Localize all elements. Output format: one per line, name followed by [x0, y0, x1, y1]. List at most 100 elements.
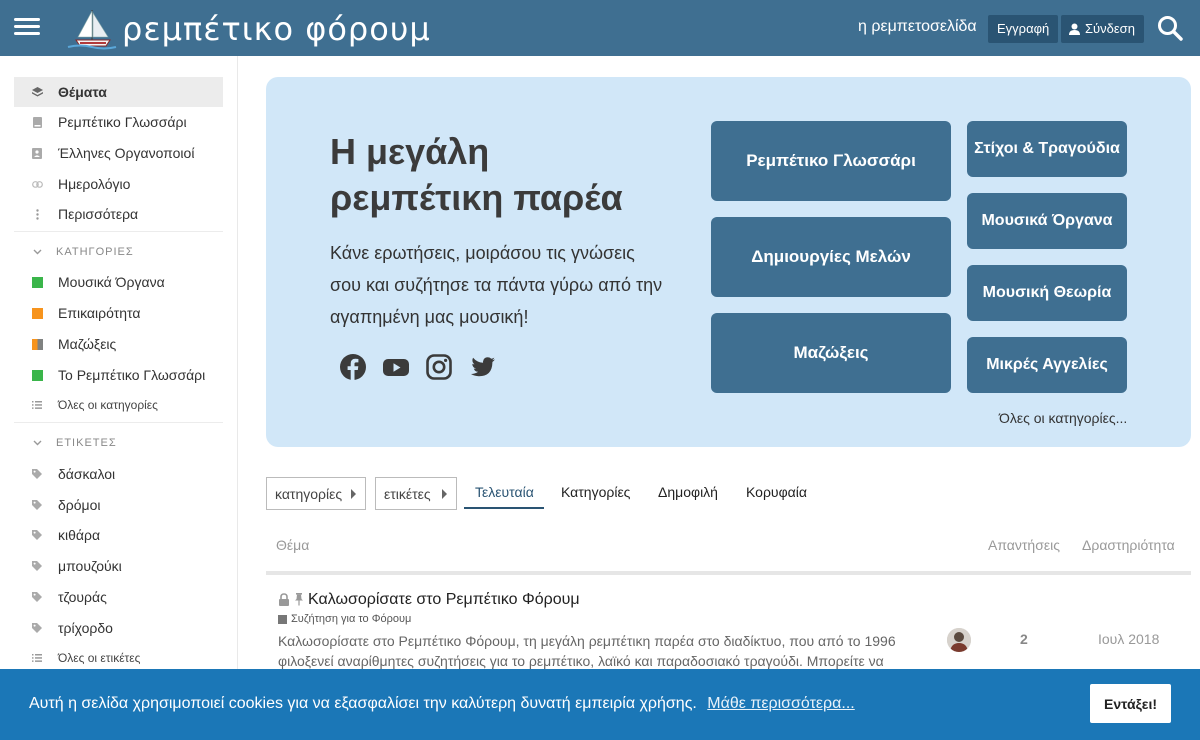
user-icon — [1069, 23, 1080, 35]
youtube-icon[interactable] — [382, 353, 410, 381]
topic-title-link[interactable]: Καλωσορίσατε στο Ρεμπέτικο Φόρουμ — [308, 591, 580, 609]
table-header-divider — [266, 571, 1191, 575]
sidebar-item-label: Ημερολόγιο — [58, 176, 131, 192]
sidebar-item-label: Το Ρεμπέτικο Γλωσσάρι — [58, 367, 206, 383]
tab-categories[interactable]: Κατηγορίες — [561, 484, 630, 500]
banner-tile-lyrics-songs[interactable]: Στίχοι & Τραγούδια — [967, 121, 1127, 177]
sidebar-item-label: τρίχορδο — [58, 620, 113, 636]
sidebar-item-more[interactable]: Περισσότερα — [14, 199, 223, 229]
categories-dropdown[interactable]: κατηγορίες — [266, 477, 366, 510]
sidebar-divider — [14, 231, 223, 232]
sidebar-all-categories[interactable]: Όλες οι κατηγορίες — [14, 390, 223, 420]
book-icon — [30, 116, 44, 128]
avatar[interactable] — [947, 628, 971, 652]
sidebar-item-label: Περισσότερα — [58, 206, 139, 222]
hamburger-menu-icon[interactable] — [14, 14, 40, 40]
tag-icon — [30, 561, 44, 571]
tag-icon — [30, 469, 44, 479]
sidebar-tag[interactable]: μπουζούκι — [14, 551, 223, 581]
sidebar-category-news[interactable]: Επικαιρότητα — [14, 298, 223, 328]
ellipsis-vertical-icon — [30, 208, 44, 220]
tag-icon — [30, 500, 44, 510]
sidebar-item-calendar[interactable]: Ημερολόγιο — [14, 169, 223, 199]
active-tab-indicator — [464, 507, 544, 509]
topic-category-label: Συζήτηση για το Φόρουμ — [291, 613, 412, 625]
register-button[interactable]: Εγγραφή — [988, 15, 1059, 43]
caret-right-icon — [351, 489, 356, 499]
sidebar-category-glossary[interactable]: Το Ρεμπέτικο Γλωσσάρι — [14, 360, 223, 390]
sidebar-item-label: Θέματα — [58, 84, 107, 100]
tag-icon — [30, 592, 44, 602]
site-header: ρεμπέτικο φόρουμ η ρεμπετοσελίδα Εγγραφή… — [0, 0, 1200, 56]
banner-all-categories-link[interactable]: Όλες οι κατηγορίες... — [999, 410, 1127, 426]
home-page-link[interactable]: η ρεμπετοσελίδα — [858, 18, 977, 36]
tab-top[interactable]: Κορυφαία — [746, 484, 807, 500]
sidebar-item-label: Έλληνες Οργανοποιοί — [58, 145, 195, 161]
cookie-consent-bar: Αυτή η σελίδα χρησιμοποιεί cookies για ν… — [0, 669, 1200, 740]
tags-heading: ΕΤΙΚΕΤΕΣ — [56, 437, 117, 449]
address-book-icon — [30, 147, 44, 159]
search-icon[interactable] — [1157, 15, 1183, 41]
banner-tile-member-creations[interactable]: Δημιουργίες Μελών — [711, 217, 951, 297]
topic-last-activity[interactable]: Ιουλ 2018 — [1098, 631, 1159, 647]
category-color-swatch — [31, 369, 43, 381]
sidebar-item-topics[interactable]: Θέματα — [14, 77, 223, 107]
sidebar-tag[interactable]: δρόμοι — [14, 490, 223, 520]
chevron-down-icon — [30, 249, 44, 255]
categories-section-toggle[interactable]: ΚΑΤΗΓΟΡΙΕΣ — [14, 241, 223, 263]
category-color-swatch — [31, 338, 43, 350]
sidebar-tag[interactable]: κιθάρα — [14, 520, 223, 550]
twitter-icon[interactable] — [469, 353, 497, 381]
sidebar-item-label: Επικαιρότητα — [58, 305, 141, 321]
facebook-icon[interactable] — [339, 353, 367, 381]
banner-tile-instruments[interactable]: Μουσικά Όργανα — [967, 193, 1127, 249]
instagram-icon[interactable] — [425, 353, 453, 381]
banner-text: Κάνε ερωτήσεις, μοιράσου τις γνώσεις σου… — [330, 243, 663, 327]
topic-category-badge[interactable]: Συζήτηση για το Φόρουμ — [278, 613, 411, 625]
pin-icon — [295, 593, 303, 606]
category-color-swatch — [31, 307, 43, 319]
tags-dropdown-label: ετικέτες — [384, 485, 431, 502]
list-icon — [30, 654, 44, 662]
list-icon — [30, 401, 44, 409]
sidebar-item-label: Ρεμπέτικο Γλωσσάρι — [58, 114, 187, 130]
sidebar-tag[interactable]: τρίχορδο — [14, 613, 223, 643]
cookie-accept-button[interactable]: Εντάξει! — [1090, 684, 1171, 723]
banner-tile-glossary[interactable]: Ρεμπέτικο Γλωσσάρι — [711, 121, 951, 201]
cookie-learn-more-link[interactable]: Μάθε περισσότερα... — [707, 695, 854, 712]
sidebar-item-label: μπουζούκι — [58, 558, 122, 574]
sidebar-category-instruments[interactable]: Μουσικά Όργανα — [14, 267, 223, 297]
column-header-replies[interactable]: Απαντήσεις — [988, 537, 1060, 553]
tag-icon — [30, 530, 44, 540]
categories-dropdown-label: κατηγορίες — [275, 485, 343, 502]
sidebar-tag[interactable]: τζουράς — [14, 582, 223, 612]
site-title[interactable]: ρεμπέτικο φόρουμ — [122, 10, 431, 48]
banner-tile-music-theory[interactable]: Μουσική Θεωρία — [967, 265, 1127, 321]
cookie-message: Αυτή η σελίδα χρησιμοποιεί cookies για ν… — [29, 695, 697, 712]
tab-latest[interactable]: Τελευταία — [475, 484, 534, 500]
tags-section-toggle[interactable]: ΕΤΙΚΕΤΕΣ — [14, 432, 223, 454]
sidebar-item-glossary[interactable]: Ρεμπέτικο Γλωσσάρι — [14, 107, 223, 137]
sidebar-tag[interactable]: δάσκαλοι — [14, 459, 223, 489]
topic-reply-count[interactable]: 2 — [1020, 631, 1028, 647]
column-header-activity[interactable]: Δραστηριότητα — [1082, 537, 1175, 553]
login-button[interactable]: Σύνδεση — [1061, 15, 1144, 43]
link-icon — [30, 180, 44, 188]
sidebar-category-gatherings[interactable]: Μαζώξεις — [14, 329, 223, 359]
tags-dropdown[interactable]: ετικέτες — [375, 477, 457, 510]
caret-right-icon — [442, 489, 447, 499]
lock-icon — [279, 593, 289, 606]
sidebar-item-label: Μαζώξεις — [58, 336, 117, 352]
topic-excerpt: Καλωσορίσατε στο Ρεμπέτικο Φόρουμ, τη με… — [278, 633, 896, 669]
tab-popular[interactable]: Δημοφιλή — [658, 484, 718, 500]
category-color-swatch — [278, 614, 287, 624]
sidebar-item-label: Μουσικά Όργανα — [58, 274, 165, 290]
banner-tile-classifieds[interactable]: Μικρές Αγγελίες — [967, 337, 1127, 393]
sailboat-logo[interactable] — [66, 6, 118, 50]
sidebar-item-label: Όλες οι ετικέτες — [58, 651, 141, 665]
column-header-topic[interactable]: Θέμα — [276, 537, 309, 553]
banner-tile-gatherings[interactable]: Μαζώξεις — [711, 313, 951, 393]
sidebar-item-makers[interactable]: Έλληνες Οργανοποιοί — [14, 138, 223, 168]
categories-heading: ΚΑΤΗΓΟΡΙΕΣ — [56, 246, 134, 258]
sidebar-item-label: κιθάρα — [58, 527, 101, 543]
